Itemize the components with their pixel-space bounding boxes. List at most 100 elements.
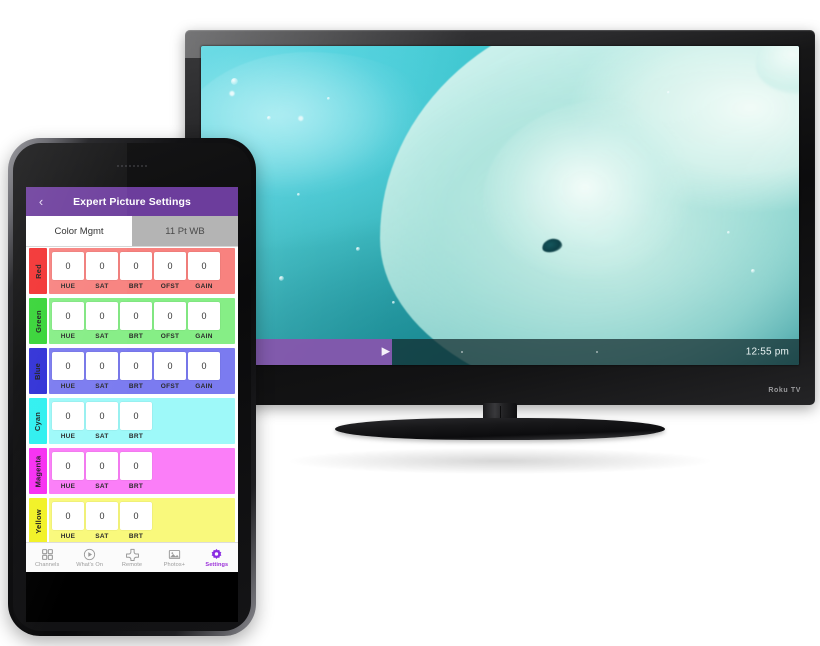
field-label: HUE [60, 533, 76, 540]
field-label: SAT [95, 483, 109, 490]
dpad-icon [125, 548, 139, 561]
value-input-green-hue[interactable]: 0 [52, 302, 84, 330]
tab-color-mgmt[interactable]: Color Mgmt [26, 216, 132, 246]
tab-label: 11 Pt WB [165, 225, 205, 237]
tv-stand-base [335, 418, 665, 440]
field-blue-brt: 0 BRT [120, 352, 152, 390]
tabbar-item-channels[interactable]: Channels [26, 548, 68, 568]
value-input-red-brt[interactable]: 0 [120, 252, 152, 280]
field-green-brt: 0 BRT [120, 302, 152, 340]
field-blue-sat: 0 SAT [86, 352, 118, 390]
field-label: GAIN [195, 333, 213, 340]
value-input-magenta-brt[interactable]: 0 [120, 452, 152, 480]
field-red-sat: 0 SAT [86, 252, 118, 290]
value-input-green-gain[interactable]: 0 [188, 302, 220, 330]
value-input-blue-hue[interactable]: 0 [52, 352, 84, 380]
field-label: SAT [95, 333, 109, 340]
value-input-yellow-hue[interactable]: 0 [52, 502, 84, 530]
field-label: BRT [128, 333, 144, 340]
field-label: BRT [128, 533, 144, 540]
field-cyan-sat: 0 SAT [86, 402, 118, 440]
field-blue-gain: 0 GAIN [188, 352, 220, 390]
chevron-left-icon[interactable]: ‹ [33, 193, 49, 211]
color-row-red: Red 0 HUE 0 SAT 0 BRT 0 OFST 0 GAIN [26, 247, 238, 295]
color-name-label: Green [33, 309, 43, 333]
play-circle-icon [83, 548, 96, 561]
tabbar-item-what-s-on[interactable]: What's On [68, 548, 110, 568]
field-label: SAT [95, 433, 109, 440]
tabbar-item-label: Remote [121, 561, 143, 568]
field-label: HUE [60, 483, 76, 490]
tabbar-item-label: Photos+ [163, 561, 186, 568]
color-fields-panel: 0 HUE 0 SAT 0 BRT [49, 498, 235, 542]
field-cyan-brt: 0 BRT [120, 402, 152, 440]
color-name-label: Red [33, 263, 43, 279]
tabbar-item-settings[interactable]: Settings [196, 548, 238, 568]
field-label: HUE [60, 333, 76, 340]
field-magenta-hue: 0 HUE [52, 452, 84, 490]
field-label: GAIN [195, 383, 213, 390]
tab-11pt-wb[interactable]: 11 Pt WB [132, 216, 238, 246]
value-input-green-sat[interactable]: 0 [86, 302, 118, 330]
field-red-gain: 0 GAIN [188, 252, 220, 290]
value-input-red-sat[interactable]: 0 [86, 252, 118, 280]
field-green-hue: 0 HUE [52, 302, 84, 340]
value-input-cyan-sat[interactable]: 0 [86, 402, 118, 430]
color-swatch-blue: Blue [29, 348, 47, 394]
value-input-blue-gain[interactable]: 0 [188, 352, 220, 380]
field-red-brt: 0 BRT [120, 252, 152, 290]
field-magenta-sat: 0 SAT [86, 452, 118, 490]
scene: ▶ 12:55 pm Roku TV ‹ Expert Picture Sett… [0, 0, 820, 646]
value-input-blue-sat[interactable]: 0 [86, 352, 118, 380]
value-input-green-brt[interactable]: 0 [120, 302, 152, 330]
bubbles [201, 46, 799, 365]
value-input-green-ofst[interactable]: 0 [154, 302, 186, 330]
value-input-magenta-sat[interactable]: 0 [86, 452, 118, 480]
color-fields-panel: 0 HUE 0 SAT 0 BRT 0 OFST 0 GAIN [49, 348, 235, 394]
tabbar-item-label: Settings [205, 561, 229, 568]
page-title: Expert Picture Settings [73, 195, 191, 208]
app-header: ‹ Expert Picture Settings [26, 187, 238, 216]
field-yellow-hue: 0 HUE [52, 502, 84, 540]
color-row-yellow: Yellow 0 HUE 0 SAT 0 BRT [26, 497, 238, 542]
value-input-red-ofst[interactable]: 0 [154, 252, 186, 280]
tabbar-item-label: What's On [76, 561, 104, 568]
field-magenta-brt: 0 BRT [120, 452, 152, 490]
value-input-red-hue[interactable]: 0 [52, 252, 84, 280]
image-icon [168, 548, 181, 561]
playback-bar[interactable]: ▶ 12:55 pm [201, 339, 799, 365]
field-label: BRT [128, 283, 144, 290]
field-red-hue: 0 HUE [52, 252, 84, 290]
color-name-label: Magenta [33, 455, 43, 487]
field-blue-ofst: 0 OFST [154, 352, 186, 390]
field-cyan-hue: 0 HUE [52, 402, 84, 440]
field-red-ofst: 0 OFST [154, 252, 186, 290]
tv-brand-logo: Roku TV [768, 387, 801, 394]
value-input-cyan-brt[interactable]: 0 [120, 402, 152, 430]
color-management-list: Red 0 HUE 0 SAT 0 BRT 0 OFST 0 GAIN Green 0 HUE 0 SAT 0 B… [26, 247, 238, 542]
tabbar-item-remote[interactable]: Remote [111, 548, 153, 568]
value-input-blue-brt[interactable]: 0 [120, 352, 152, 380]
value-input-red-gain[interactable]: 0 [188, 252, 220, 280]
field-label: OFST [160, 283, 180, 290]
color-swatch-red: Red [29, 248, 47, 294]
field-yellow-sat: 0 SAT [86, 502, 118, 540]
color-row-cyan: Cyan 0 HUE 0 SAT 0 BRT [26, 397, 238, 445]
value-input-cyan-hue[interactable]: 0 [52, 402, 84, 430]
field-yellow-brt: 0 BRT [120, 502, 152, 540]
playback-time: 12:55 pm [745, 346, 789, 358]
smartphone: ‹ Expert Picture Settings Color Mgmt 11 … [8, 138, 256, 637]
earpiece-speaker [117, 165, 147, 167]
color-name-label: Blue [33, 362, 43, 380]
color-row-blue: Blue 0 HUE 0 SAT 0 BRT 0 OFST 0 GAIN [26, 347, 238, 395]
value-input-magenta-hue[interactable]: 0 [52, 452, 84, 480]
color-fields-panel: 0 HUE 0 SAT 0 BRT [49, 398, 235, 444]
value-input-blue-ofst[interactable]: 0 [154, 352, 186, 380]
field-green-ofst: 0 OFST [154, 302, 186, 340]
value-input-yellow-sat[interactable]: 0 [86, 502, 118, 530]
field-label: BRT [128, 483, 144, 490]
field-label: HUE [60, 433, 76, 440]
value-input-yellow-brt[interactable]: 0 [120, 502, 152, 530]
play-icon[interactable]: ▶ [382, 346, 390, 358]
tabbar-item-photos[interactable]: Photos+ [153, 548, 195, 568]
